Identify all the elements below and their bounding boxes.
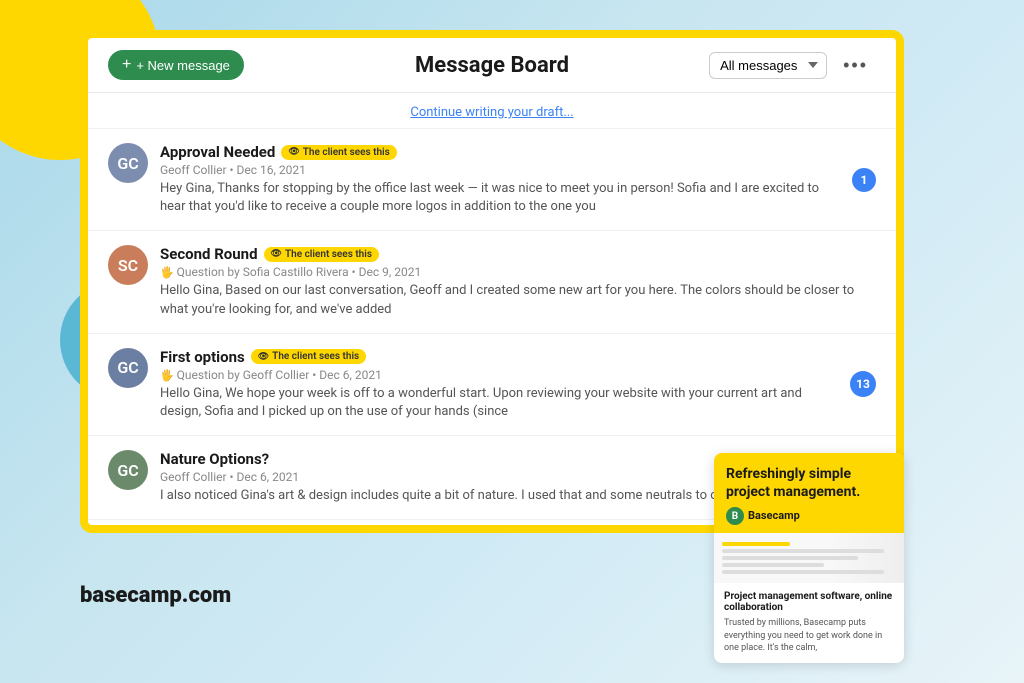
avatar: GC <box>108 348 148 388</box>
question-emoji: 🖐 <box>160 369 174 382</box>
message-title: Approval Needed <box>160 143 275 161</box>
message-meta: Geoff Collier • Dec 16, 2021 <box>160 163 840 177</box>
message-preview: Hello Gina, We hope your week is off to … <box>160 385 838 421</box>
client-badge: The client sees this <box>251 349 366 364</box>
ad-screenshot <box>714 533 904 583</box>
message-item[interactable]: GC First options The client sees this 🖐 … <box>88 334 896 436</box>
toolbar: + + New message Message Board All messag… <box>88 38 896 93</box>
message-title-row: Second Round The client sees this <box>160 245 876 263</box>
site-footer-text: basecamp.com <box>80 583 231 608</box>
message-title: Nature Options? <box>160 450 269 468</box>
avatar: GC <box>108 143 148 183</box>
message-title-row: First options The client sees this <box>160 348 838 366</box>
message-title: Second Round <box>160 245 258 263</box>
message-body: Second Round The client sees this 🖐 Ques… <box>160 245 876 318</box>
ad-description: Trusted by millions, Basecamp puts every… <box>724 617 894 655</box>
basecamp-logo-icon: B <box>726 507 744 525</box>
ad-headline: Refreshingly simple project management. <box>726 465 892 501</box>
ad-tagline: Project management software, online coll… <box>724 591 894 613</box>
ad-logo: B Basecamp <box>726 507 892 525</box>
unread-badge: 1 <box>852 168 876 192</box>
toolbar-right: All messages For clients Internal only •… <box>709 51 876 80</box>
plus-icon: + <box>122 56 131 74</box>
ad-logo-text: Basecamp <box>748 509 800 523</box>
avatar: SC <box>108 245 148 285</box>
message-title: First options <box>160 348 245 366</box>
client-badge: The client sees this <box>264 247 379 262</box>
message-body: First options The client sees this 🖐 Que… <box>160 348 838 421</box>
message-item[interactable]: GC Approval Needed The client sees this … <box>88 129 896 231</box>
page-title: Message Board <box>415 53 569 78</box>
new-message-label: + New message <box>136 58 230 73</box>
client-badge: The client sees this <box>281 145 396 160</box>
question-emoji: 🖐 <box>160 266 174 279</box>
draft-link[interactable]: Continue writing your draft... <box>410 105 573 120</box>
message-filter-select[interactable]: All messages For clients Internal only <box>709 52 827 79</box>
ad-card: Refreshingly simple project management. … <box>714 453 904 663</box>
draft-bar: Continue writing your draft... <box>88 93 896 129</box>
message-title-row: Approval Needed The client sees this <box>160 143 840 161</box>
message-meta: 🖐 Question by Geoff Collier • Dec 6, 202… <box>160 368 838 382</box>
avatar: GC <box>108 450 148 490</box>
ad-body: Project management software, online coll… <box>714 583 904 663</box>
message-body: Approval Needed The client sees this Geo… <box>160 143 840 216</box>
new-message-button[interactable]: + + New message <box>108 50 244 80</box>
unread-badge: 13 <box>850 371 876 397</box>
message-meta: 🖐 Question by Sofia Castillo Rivera • De… <box>160 265 876 279</box>
message-item[interactable]: SC Second Round The client sees this 🖐 Q… <box>88 231 896 333</box>
message-preview: Hey Gina, Thanks for stopping by the off… <box>160 180 840 216</box>
message-preview: Hello Gina, Based on our last conversati… <box>160 282 876 318</box>
ad-header: Refreshingly simple project management. … <box>714 453 904 533</box>
more-options-button[interactable]: ••• <box>835 51 876 80</box>
